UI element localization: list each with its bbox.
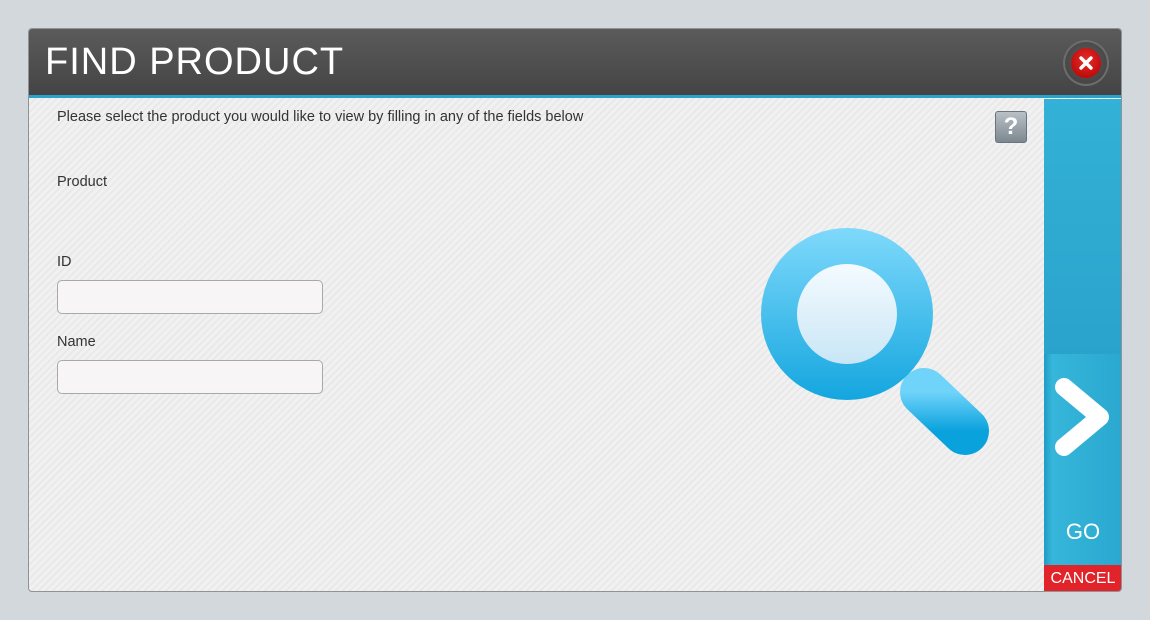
- id-label: ID: [57, 254, 72, 270]
- dialog-title: FIND PRODUCT: [45, 41, 345, 83]
- go-panel-highlight: [1044, 99, 1121, 354]
- instructions-text: Please select the product you would like…: [57, 109, 584, 125]
- product-label: Product: [57, 174, 107, 190]
- go-button[interactable]: GO: [1044, 99, 1121, 565]
- find-product-dialog: FIND PRODUCT Please select the product y…: [28, 28, 1122, 592]
- id-input[interactable]: [57, 280, 323, 314]
- close-icon: [1071, 48, 1101, 78]
- chevron-right-icon: [1054, 375, 1112, 464]
- go-label: GO: [1065, 519, 1101, 544]
- close-button[interactable]: [1063, 40, 1109, 86]
- dialog-titlebar: FIND PRODUCT: [29, 29, 1121, 98]
- name-input[interactable]: [57, 360, 323, 394]
- cancel-button[interactable]: CANCEL: [1044, 565, 1121, 591]
- magnifier-icon: [757, 225, 997, 480]
- help-button[interactable]: ?: [995, 111, 1027, 143]
- name-label: Name: [57, 334, 96, 350]
- help-icon: ?: [1003, 113, 1019, 140]
